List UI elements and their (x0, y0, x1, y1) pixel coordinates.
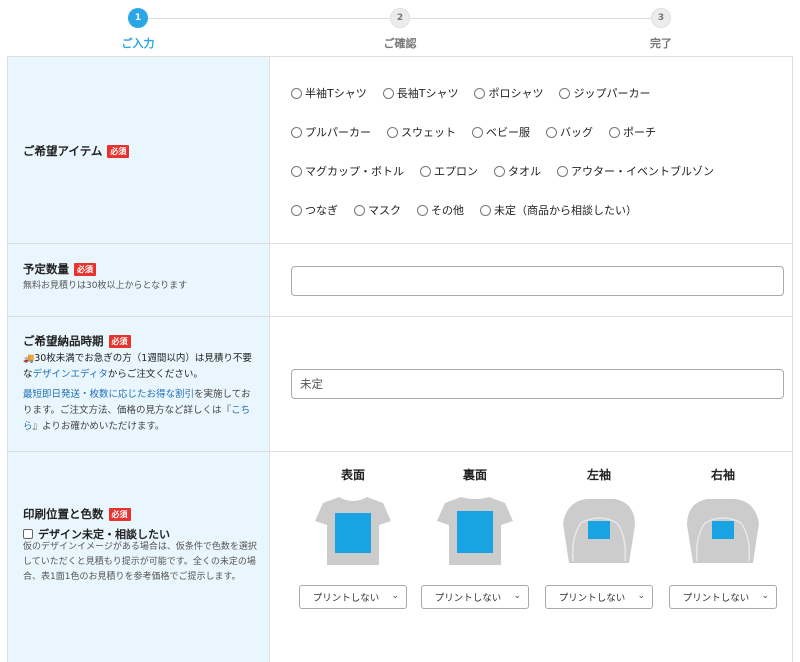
item-option[interactable]: スウェット (387, 124, 456, 140)
item-option[interactable]: マスク (354, 202, 401, 218)
item-option[interactable]: その他 (417, 202, 464, 218)
item-option[interactable]: マグカップ・ボトル (291, 163, 404, 179)
radio-button[interactable] (420, 165, 431, 177)
step-number: 1 (128, 8, 148, 28)
radio-button[interactable] (494, 165, 505, 177)
chevron-down-icon: ⌄ (761, 591, 769, 601)
step-2: 2 ご確認 (360, 8, 440, 51)
item-option[interactable]: ベビー服 (472, 124, 530, 140)
item-option[interactable]: 長袖Tシャツ (382, 85, 458, 101)
print-right-sleeve-select[interactable]: プリントしない ⌄ (669, 585, 777, 609)
step-label: ご入力 (121, 37, 155, 50)
design-undecided-checkbox[interactable] (23, 529, 33, 539)
tshirt-back-icon (437, 497, 513, 565)
position-label: 表面 (340, 468, 365, 482)
radio-button[interactable] (387, 126, 398, 138)
progress-stepper: 1 ご入力 2 ご確認 3 完了 (0, 0, 800, 56)
item-label-cell: ご希望アイテム 必須 (8, 57, 270, 243)
step-label: ご確認 (383, 37, 417, 50)
print-label-cell: 印刷位置と色数 必須 デザイン未定・相談したい 仮のデザインイメージがある場合は… (8, 452, 270, 662)
item-options-row-2: プルパーカー スウェット ベビー服 バッグ ポーチ (291, 124, 672, 140)
position-right-sleeve: 右袖 プリントしない ⌄ (668, 466, 778, 609)
item-options-row-1: 半袖Tシャツ 長袖Tシャツ ポロシャツ ジップパーカー (291, 85, 666, 101)
chevron-down-icon: ⌄ (637, 591, 645, 601)
quantity-note: 無料お見積りは30枚以上からとなります (23, 281, 188, 291)
item-option[interactable]: 半袖Tシャツ (291, 85, 367, 101)
position-left-sleeve: 左袖 プリントしない ⌄ (544, 466, 654, 609)
item-option[interactable]: ジップパーカー (559, 85, 650, 101)
print-row: 印刷位置と色数 必須 デザイン未定・相談したい 仮のデザインイメージがある場合は… (8, 452, 792, 662)
item-option[interactable]: プルパーカー (291, 124, 371, 140)
estimate-form: ご希望アイテム 必須 半袖Tシャツ 長袖Tシャツ ポロシャツ ジップパーカー プ… (7, 56, 793, 662)
radio-button[interactable] (546, 126, 557, 138)
position-label: 裏面 (462, 468, 487, 482)
delivery-note: 🚚30枚未満でお急ぎの方（1週間以内）は見積り不要なデザインエディタからご注文く… (23, 353, 252, 380)
delivery-info: 最短即日発送・枚数に応じたお得な割引を実施しております。ご注文方法、価格の見方な… (23, 389, 251, 432)
radio-button[interactable] (354, 204, 365, 216)
position-label: 右袖 (710, 468, 735, 482)
radio-button[interactable] (291, 204, 302, 216)
position-back: 裏面 プリントしない ⌄ (420, 466, 530, 609)
print-back-select[interactable]: プリントしない ⌄ (421, 585, 529, 609)
radio-button[interactable] (480, 204, 491, 216)
design-editor-link[interactable]: デザインエディタ (33, 369, 108, 380)
radio-button[interactable] (609, 126, 620, 138)
item-row: ご希望アイテム 必須 半袖Tシャツ 長袖Tシャツ ポロシャツ ジップパーカー プ… (8, 57, 792, 244)
quantity-row: 予定数量 必須 無料お見積りは30枚以上からとなります (8, 244, 792, 317)
radio-button[interactable] (472, 126, 483, 138)
step-3: 3 完了 (621, 8, 701, 51)
item-title: ご希望アイテム (23, 144, 103, 158)
quantity-input[interactable] (291, 266, 784, 296)
radio-button[interactable] (291, 126, 302, 138)
print-front-select[interactable]: プリントしない ⌄ (299, 585, 407, 609)
required-badge: 必須 (108, 334, 131, 348)
discount-link[interactable]: 最短即日発送・枚数に応じたお得な割引 (23, 389, 194, 400)
radio-button[interactable] (291, 87, 302, 99)
step-number: 2 (390, 8, 410, 28)
item-options-row-3: マグカップ・ボトル エプロン タオル アウター・イベントブルゾン (291, 163, 730, 179)
item-option[interactable]: 未定（商品から相談したい） (480, 202, 637, 218)
required-badge: 必須 (108, 507, 131, 521)
right-sleeve-icon (687, 499, 759, 563)
chevron-down-icon: ⌄ (513, 591, 521, 601)
step-1: 1 ご入力 (98, 8, 178, 51)
delivery-row: ご希望納品時期 必須 🚚30枚未満でお急ぎの方（1週間以内）は見積り不要なデザイ… (8, 317, 792, 452)
required-badge: 必須 (74, 262, 96, 276)
truck-icon: 🚚 (23, 354, 35, 364)
delivery-label-cell: ご希望納品時期 必須 🚚30枚未満でお急ぎの方（1週間以内）は見積り不要なデザイ… (8, 317, 270, 451)
left-sleeve-icon (563, 499, 635, 563)
chevron-down-icon: ⌄ (391, 591, 399, 601)
required-badge: 必須 (107, 144, 130, 158)
print-note: 仮のデザインイメージがある場合は、仮条件で色数を選択していただくと見積もり提示が… (23, 542, 257, 582)
radio-button[interactable] (291, 165, 302, 177)
position-label: 左袖 (586, 468, 611, 482)
item-options: 半袖Tシャツ 長袖Tシャツ ポロシャツ ジップパーカー プルパーカー スウェット… (270, 57, 792, 243)
item-option[interactable]: つなぎ (291, 202, 338, 218)
quantity-label-cell: 予定数量 必須 無料お見積りは30枚以上からとなります (8, 244, 270, 316)
radio-button[interactable] (382, 87, 394, 99)
item-option[interactable]: バッグ (546, 124, 593, 140)
radio-button[interactable] (559, 87, 571, 99)
position-front: 表面 プリントしない ⌄ (298, 466, 408, 609)
item-option[interactable]: ポロシャツ (474, 85, 543, 101)
delivery-input[interactable]: 未定 (291, 369, 784, 399)
item-option[interactable]: エプロン (420, 163, 478, 179)
tshirt-front-icon (315, 497, 391, 565)
quantity-title: 予定数量 (23, 262, 69, 276)
radio-button[interactable] (474, 87, 486, 99)
item-option[interactable]: アウター・イベントブルゾン (557, 163, 714, 179)
radio-button[interactable] (557, 165, 568, 177)
print-title: 印刷位置と色数 (23, 507, 104, 521)
item-options-row-4: つなぎ マスク その他 未定（商品から相談したい） (291, 202, 653, 218)
step-number: 3 (651, 8, 671, 28)
delivery-title: ご希望納品時期 (23, 334, 104, 348)
item-option[interactable]: ポーチ (609, 124, 656, 140)
item-option[interactable]: タオル (494, 163, 541, 179)
radio-button[interactable] (417, 204, 428, 216)
step-label: 完了 (650, 37, 672, 50)
print-left-sleeve-select[interactable]: プリントしない ⌄ (545, 585, 653, 609)
